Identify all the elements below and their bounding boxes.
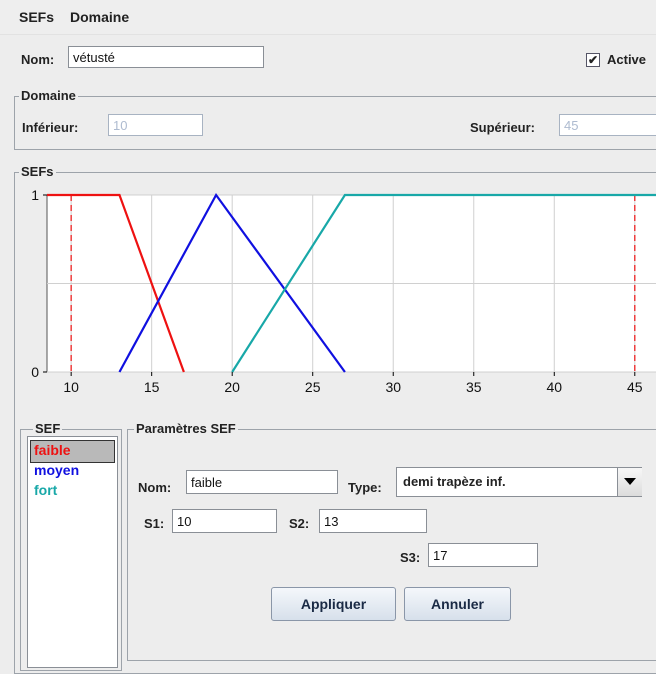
- params-group: [127, 429, 656, 661]
- sef-list[interactable]: faible moyen fort: [27, 436, 118, 668]
- sef-item-faible[interactable]: faible: [34, 442, 71, 458]
- nom-field[interactable]: [68, 46, 264, 68]
- x-tick-label: 40: [546, 379, 562, 395]
- inferieur-label: Inférieur:: [22, 120, 79, 135]
- s2-field[interactable]: [319, 509, 427, 533]
- param-nom-label: Nom:: [138, 480, 172, 495]
- menu-bar: SEFs Domaine: [0, 0, 656, 35]
- appliquer-button[interactable]: Appliquer: [271, 587, 396, 621]
- superieur-label: Supérieur:: [470, 120, 536, 135]
- s1-label: S1:: [144, 516, 165, 531]
- x-tick-label: 15: [144, 379, 160, 395]
- sefs-title: SEFs: [19, 164, 56, 179]
- inferieur-field[interactable]: [108, 114, 203, 136]
- x-tick-label: 35: [466, 379, 482, 395]
- sef-list-title: SEF: [33, 421, 63, 436]
- sef-item-moyen[interactable]: moyen: [34, 462, 79, 478]
- s2-label: S2:: [289, 516, 310, 531]
- x-tick-label: 45: [627, 379, 643, 395]
- s3-field[interactable]: [428, 543, 538, 567]
- param-nom-field[interactable]: [186, 470, 338, 494]
- s1-field[interactable]: [172, 509, 277, 533]
- y-tick-label: 1: [31, 187, 39, 203]
- type-value: demi trapèze inf.: [403, 474, 506, 489]
- type-label: Type:: [348, 480, 382, 495]
- nom-label: Nom:: [21, 52, 55, 67]
- sef-item-fort[interactable]: fort: [34, 482, 57, 498]
- x-tick-label: 20: [224, 379, 240, 395]
- x-tick-label: 10: [63, 379, 79, 395]
- params-title: Paramètres SEF: [134, 421, 238, 436]
- type-select[interactable]: demi trapèze inf.: [396, 467, 642, 497]
- dropdown-button[interactable]: [617, 468, 642, 496]
- menu-sefs[interactable]: SEFs: [19, 9, 54, 25]
- active-checkbox[interactable]: ✔: [586, 53, 600, 67]
- membership-chart: 10 15 20 25 30 35 40 45 0 1: [31, 187, 656, 395]
- chevron-down-icon: [624, 478, 636, 485]
- domaine-title: Domaine: [19, 88, 78, 103]
- active-label: Active: [607, 52, 647, 67]
- superieur-field[interactable]: [559, 114, 656, 136]
- s3-label: S3:: [400, 550, 421, 565]
- menu-domaine[interactable]: Domaine: [70, 9, 129, 25]
- y-tick-label: 0: [31, 364, 39, 380]
- annuler-button[interactable]: Annuler: [404, 587, 511, 621]
- x-tick-label: 25: [305, 379, 321, 395]
- x-tick-label: 30: [385, 379, 401, 395]
